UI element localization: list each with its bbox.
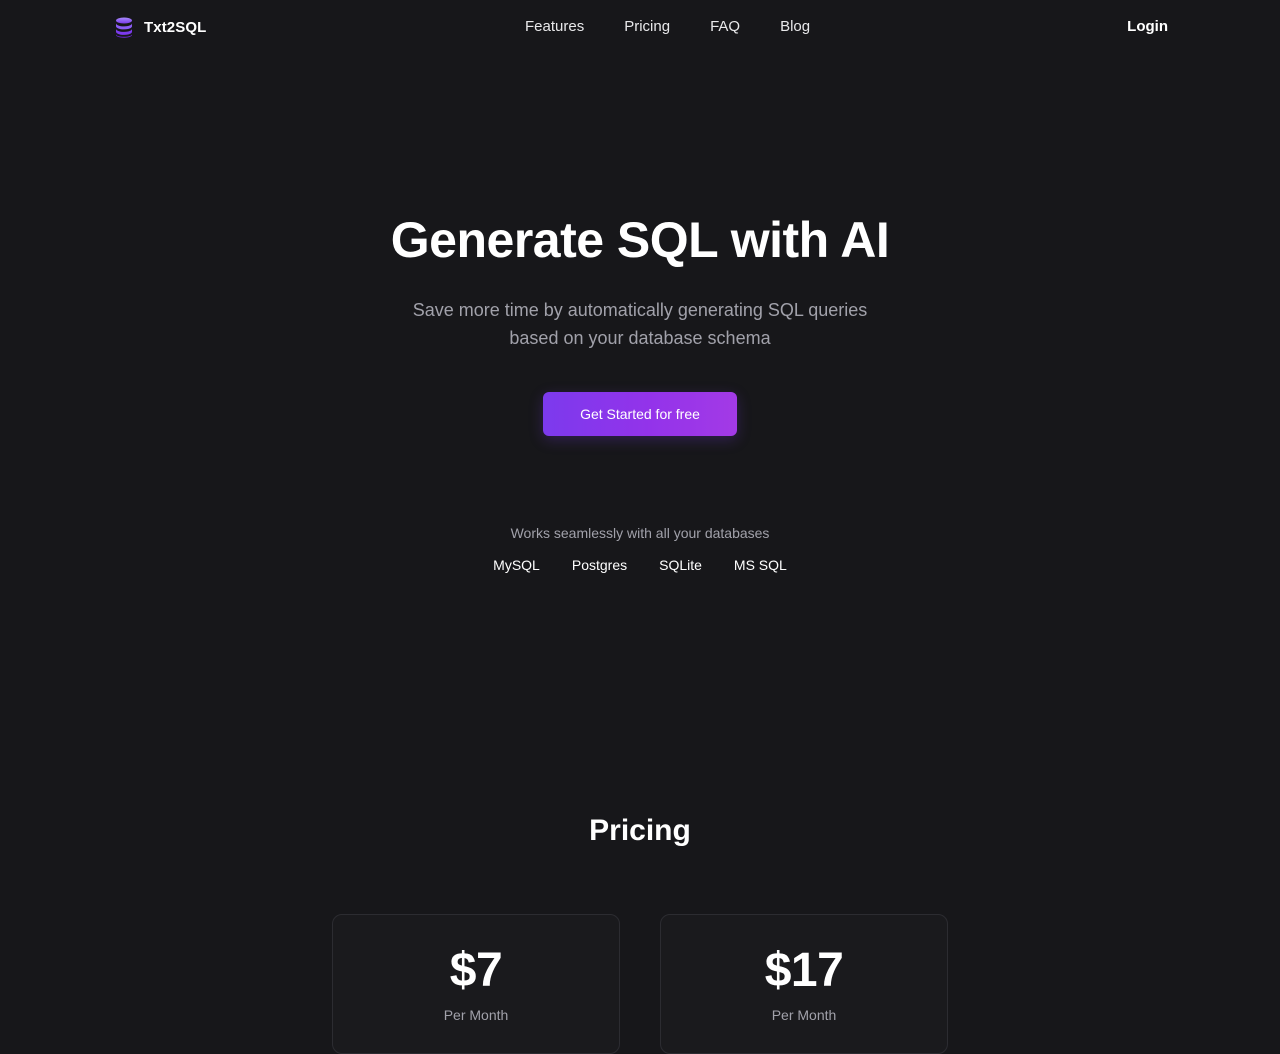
brand-logo-link[interactable]: Txt2SQL [113,16,206,38]
nav-item-faq[interactable]: FAQ [710,17,740,37]
database-item-mysql: MySQL [493,557,540,573]
login-link[interactable]: Login [1127,17,1168,37]
get-started-button[interactable]: Get Started for free [543,392,737,436]
pricing-title: Pricing [589,814,691,847]
plan-price: $7 [449,944,503,997]
pricing-card-pro: $17 Per Month [660,914,948,1054]
nav-item-features[interactable]: Features [525,17,584,37]
database-item-sqlite: SQLite [659,557,702,573]
database-item-mssql: MS SQL [733,557,787,573]
pricing-card-basic: $7 Per Month [332,914,620,1054]
plan-period: Per Month [771,1007,837,1023]
main-nav: Features Pricing FAQ Blog [525,17,810,37]
hero-title: Generate SQL with AI [390,212,890,268]
database-list: MySQL Postgres SQLite MS SQL [0,556,1280,574]
hero-subtitle: Save more time by automatically generati… [412,300,868,348]
database-item-postgres: Postgres [571,557,628,573]
nav-item-pricing[interactable]: Pricing [624,17,670,37]
plan-period: Per Month [443,1007,509,1023]
nav-item-blog[interactable]: Blog [780,17,810,37]
brand-name: Txt2SQL [144,18,207,36]
databases-caption: Works seamlessly with all your databases [510,525,770,541]
database-icon [113,16,135,38]
plan-price: $17 [764,944,844,997]
site-header: Txt2SQL Features Pricing FAQ Blog Login [0,0,1280,54]
